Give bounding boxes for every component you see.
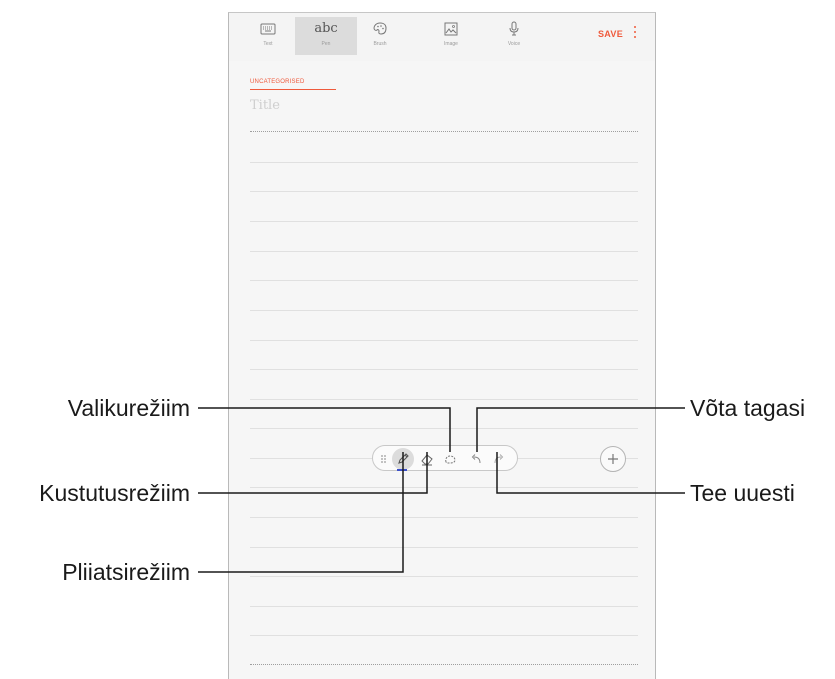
callout-selection-mode: Valikurežiim bbox=[67, 395, 190, 421]
callout-undo: Võta tagasi bbox=[690, 395, 806, 421]
callout-eraser-mode: Kustutusrežiim bbox=[39, 480, 190, 506]
selection-callout-line bbox=[198, 407, 451, 452]
callout-redo: Tee uuesti bbox=[690, 480, 795, 506]
undo-callout-line bbox=[476, 407, 685, 452]
redo-callout-line bbox=[496, 452, 685, 494]
pen-callout-line bbox=[198, 452, 404, 573]
eraser-callout-line bbox=[198, 452, 428, 494]
callout-pen-mode: Pliiatsirežiim bbox=[62, 559, 190, 585]
